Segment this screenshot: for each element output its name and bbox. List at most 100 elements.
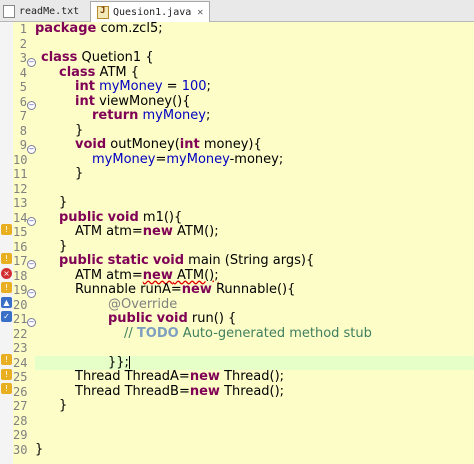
line-number: 24 — [13, 355, 28, 370]
code-text: Quetion1 { — [77, 50, 154, 65]
code-text: money){ — [199, 137, 262, 152]
code-text: = — [162, 79, 182, 94]
code-line-9: void outMoney(int money){ — [75, 137, 474, 153]
line-number: 4 — [19, 65, 27, 80]
tab-readme[interactable]: readMe.txt — [0, 2, 85, 20]
warning-marker-icon[interactable]: ! — [1, 383, 12, 394]
code-text: ATM { — [95, 64, 139, 80]
error-squiggle[interactable]: new ATM(); — [143, 268, 219, 283]
line-number: 19 — [13, 283, 28, 297]
keyword: public — [108, 311, 153, 326]
keyword: new — [189, 369, 220, 384]
line-number: 2 — [19, 36, 27, 51]
keyword: void — [156, 311, 188, 326]
comment: Auto-generated method stub — [178, 325, 372, 341]
keyword: public — [59, 209, 104, 225]
code-text: Runnable(){ — [211, 282, 296, 297]
code-line-18: ATM atm=new ATM(); — [75, 267, 474, 284]
line-number: 25 — [13, 370, 28, 384]
overview-ruler[interactable] — [0, 22, 14, 464]
code-line-22: // TODO Auto-generated method stub — [124, 325, 474, 342]
line-number: 23 — [13, 341, 28, 355]
code-text: -money; — [229, 151, 284, 167]
warning-marker-icon[interactable]: ! — [1, 253, 12, 264]
line-number: 3 — [19, 51, 27, 65]
warning-marker-icon[interactable]: ! — [1, 224, 12, 235]
field-name: myMoney — [92, 151, 156, 167]
code-line-4: class ATM { — [59, 64, 474, 81]
code-text: ATM atm= — [75, 224, 143, 239]
code-line-30: } — [35, 441, 474, 458]
line-number: 7 — [19, 109, 27, 123]
todo-tag: TODO — [136, 325, 179, 341]
editor-tab-bar: readMe.txt Quesion1.java ✕ — [0, 0, 474, 22]
code-text: = — [155, 151, 167, 167]
code-line-1: package com.zcl5; — [35, 21, 474, 37]
text-file-icon — [3, 4, 15, 18]
code-editor[interactable]: package com.zcl5; class Quetion1 { class… — [35, 21, 474, 464]
number-literal: 100 — [181, 79, 207, 94]
task-marker-icon[interactable]: ✓ — [1, 311, 12, 322]
code-line-26: Thread ThreadB=new Thread(); — [75, 383, 474, 400]
field-name: myMoney — [142, 108, 206, 123]
code-text: }}; — [108, 354, 129, 370]
line-number: 18 — [13, 268, 28, 283]
code-line-10: myMoney=myMoney-money; — [92, 151, 474, 168]
warning-marker-icon[interactable]: ! — [1, 282, 12, 293]
keyword: void — [152, 253, 185, 268]
keyword: class — [59, 64, 96, 80]
keyword: public — [59, 253, 104, 268]
keyword: new — [189, 383, 220, 399]
line-number: 12 — [13, 181, 28, 196]
error-marker-icon[interactable]: × — [1, 267, 12, 279]
code-text: ; — [206, 79, 211, 94]
java-file-icon — [97, 5, 109, 19]
code-text: ; — [205, 108, 211, 123]
line-number: 15 — [13, 225, 28, 239]
code-text: } — [35, 441, 44, 457]
code-text: Thread ThreadB= — [75, 383, 190, 399]
override-marker-icon[interactable]: ▲ — [1, 296, 12, 308]
code-text: } — [75, 122, 84, 138]
line-number: 11 — [13, 167, 28, 181]
line-number: 6 — [19, 94, 27, 109]
code-line-15: ATM atm=new ATM(); — [75, 224, 474, 240]
code-line-19: Runnable runA=new Runnable(){ — [75, 282, 474, 298]
warning-marker-icon[interactable]: ! — [1, 369, 12, 380]
keyword: new — [181, 282, 212, 297]
code-text: outMoney( — [106, 137, 180, 152]
tab-label: Quesion1.java — [113, 6, 192, 18]
code-text: } — [59, 398, 68, 413]
warning-marker-icon[interactable]: ! — [1, 354, 12, 365]
close-icon[interactable]: ✕ — [197, 7, 203, 18]
line-number: 29 — [13, 428, 28, 442]
line-number: 8 — [19, 123, 27, 138]
code-text: ATM(); — [172, 267, 219, 283]
code-text: ATM(); — [172, 224, 219, 239]
keyword: void — [107, 209, 139, 225]
code-line-20: @Override — [108, 296, 474, 313]
line-number: 5 — [19, 80, 27, 94]
line-number: 28 — [13, 413, 28, 428]
code-line-8: } — [75, 122, 474, 139]
line-number: 21 — [13, 312, 28, 326]
keyword: int — [75, 79, 95, 94]
code-text: } — [59, 238, 68, 254]
code-text: viewMoney(){ — [94, 93, 191, 109]
line-number: 20 — [13, 297, 28, 312]
keyword: new — [142, 224, 173, 239]
annotation: @Override — [108, 296, 178, 312]
line-number: 22 — [13, 326, 28, 341]
keyword: int — [75, 93, 95, 109]
code-line-5: int myMoney = 100; — [75, 79, 474, 95]
comment: // — [124, 325, 137, 341]
keyword: class — [41, 50, 78, 65]
line-number: 10 — [13, 152, 28, 167]
keyword: package — [35, 21, 97, 36]
code-line-7: return myMoney; — [92, 108, 474, 124]
tab-quesion1-java[interactable]: Quesion1.java ✕ — [90, 1, 210, 22]
code-line-14: public void m1(){ — [59, 209, 474, 226]
code-text: ATM atm= — [75, 267, 143, 283]
tab-label: readMe.txt — [19, 5, 80, 17]
code-text: run() { — [187, 311, 237, 326]
